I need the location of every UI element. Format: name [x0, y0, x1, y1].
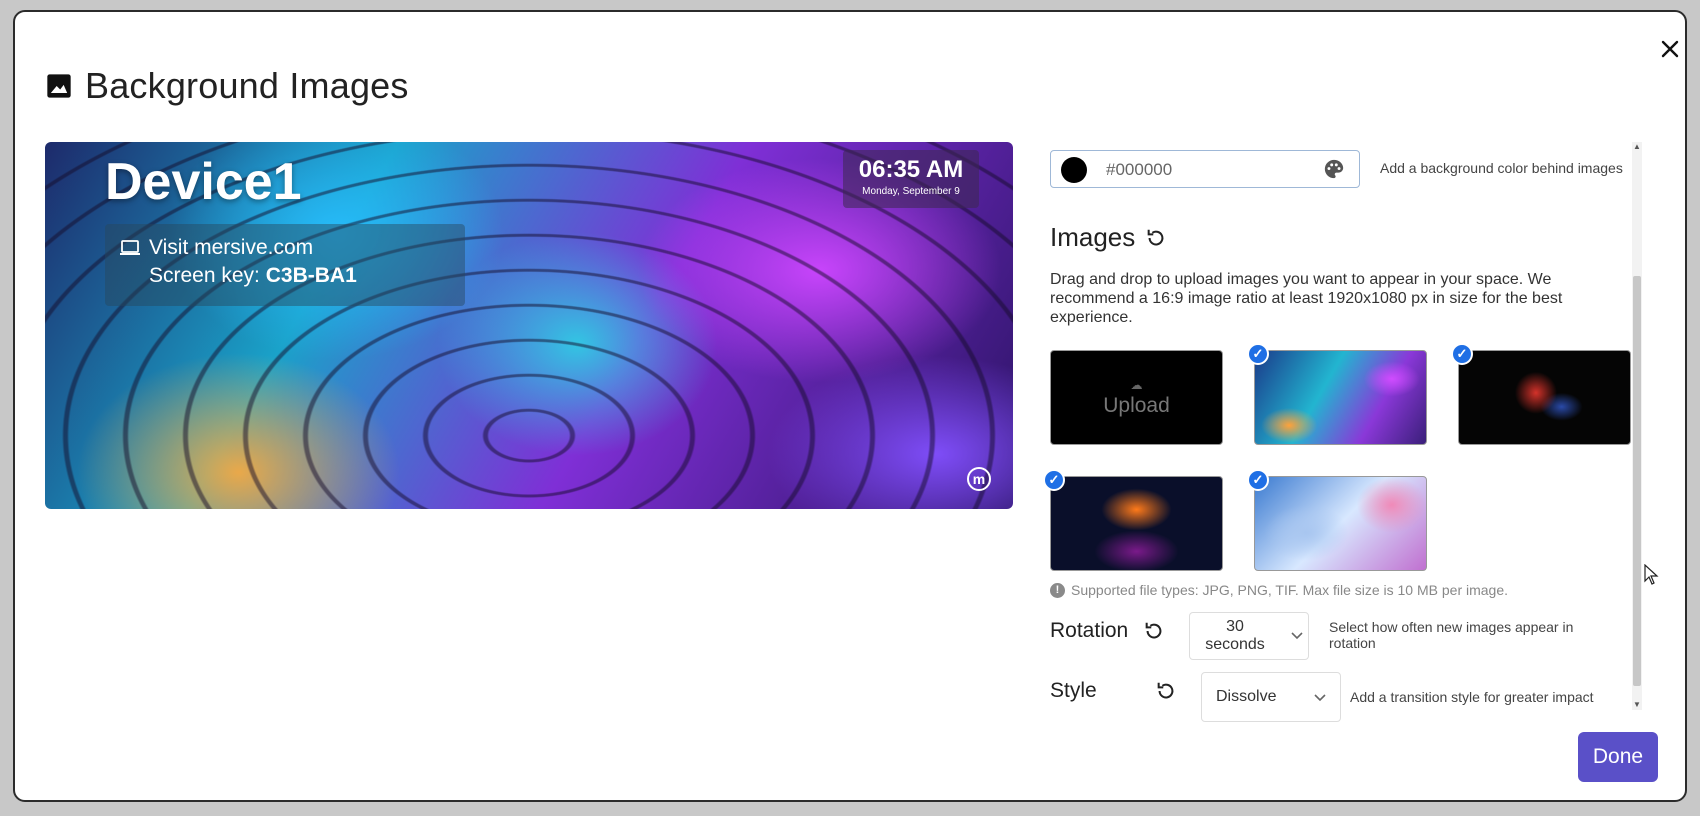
close-button[interactable]: [1655, 34, 1685, 64]
clock-date: Monday, September 9: [862, 186, 960, 197]
checkmark-icon[interactable]: ✓: [1247, 469, 1269, 491]
style-select[interactable]: Dissolve: [1201, 672, 1341, 722]
panel-scrollbar[interactable]: ▲ ▼: [1632, 142, 1642, 710]
images-header: Images: [1050, 222, 1167, 253]
chevron-down-icon: [1291, 632, 1303, 640]
color-hex-input[interactable]: #000000: [1106, 160, 1172, 180]
thumbnail-betta-fish[interactable]: [1458, 350, 1631, 445]
clock-widget: 06:35 AM Monday, September 9: [843, 150, 979, 208]
style-help: Add a transition style for greater impac…: [1350, 689, 1594, 705]
visit-row: Visit mersive.com: [119, 236, 313, 260]
checkmark-icon[interactable]: ✓: [1451, 343, 1473, 365]
style-reset-icon[interactable]: [1155, 680, 1177, 702]
background-images-dialog: Background Images Device1 Visit mersive.…: [13, 10, 1687, 802]
visit-text: Visit mersive.com: [149, 236, 314, 259]
background-color-field[interactable]: #000000: [1050, 150, 1360, 188]
scroll-thumb[interactable]: [1633, 276, 1641, 686]
rotation-reset-icon[interactable]: [1143, 620, 1165, 642]
thumbnail-pastel-petals[interactable]: [1254, 476, 1427, 571]
scroll-up-arrow[interactable]: ▲: [1632, 142, 1642, 152]
connection-info-box: Visit mersive.com Screen key: C3B-BA1: [105, 224, 465, 306]
thumbnail-iridescent-scales[interactable]: [1254, 350, 1427, 445]
rotation-label: Rotation: [1050, 619, 1129, 642]
image-icon: [47, 74, 71, 98]
close-icon: [1661, 40, 1679, 58]
chevron-down-icon: [1314, 694, 1326, 702]
done-button[interactable]: Done: [1578, 732, 1658, 782]
color-swatch[interactable]: [1061, 157, 1087, 183]
palette-icon[interactable]: [1323, 158, 1345, 180]
settings-panel: #000000 Add a background color behind im…: [1043, 142, 1640, 722]
rotation-select[interactable]: 30 seconds: [1189, 612, 1309, 660]
checkmark-icon[interactable]: ✓: [1043, 469, 1065, 491]
dialog-title: Background Images: [45, 65, 409, 106]
filetypes-text: Supported file types: JPG, PNG, TIF. Max…: [1071, 582, 1509, 598]
style-label: Style: [1050, 679, 1097, 702]
cloud-upload-icon: ☁: [1130, 377, 1143, 392]
thumbnail-orange-flower[interactable]: [1050, 476, 1223, 571]
images-heading: Images: [1050, 222, 1136, 252]
scroll-down-arrow[interactable]: ▼: [1632, 700, 1642, 710]
color-help-text: Add a background color behind images: [1380, 160, 1623, 176]
upload-label: Upload: [1103, 393, 1170, 417]
reset-icon[interactable]: [1145, 227, 1167, 249]
upload-button[interactable]: ☁ Upload: [1050, 350, 1223, 445]
clock-time: 06:35 AM: [858, 156, 964, 183]
checkmark-icon[interactable]: ✓: [1247, 343, 1269, 365]
filetypes-note: ! Supported file types: JPG, PNG, TIF. M…: [1050, 582, 1508, 598]
rotation-value: 30 seconds: [1205, 618, 1265, 653]
background-preview: Device1 Visit mersive.com Screen key: C3…: [45, 142, 1013, 509]
screen-key-row: Screen key: C3B-BA1: [149, 264, 357, 288]
mouse-cursor-icon: [1644, 564, 1659, 585]
style-value: Dissolve: [1216, 688, 1277, 705]
screen-key-label: Screen key:: [149, 264, 260, 287]
info-icon: !: [1050, 582, 1065, 598]
page-title: Background Images: [85, 65, 409, 106]
screen-key-value: C3B-BA1: [265, 264, 357, 287]
images-description: Drag and drop to upload images you want …: [1050, 271, 1563, 326]
mersive-logo: m: [967, 467, 991, 491]
rotation-help: Select how often new images appear in ro…: [1329, 619, 1574, 651]
laptop-icon: [120, 240, 140, 255]
device-name: Device1: [105, 153, 302, 211]
